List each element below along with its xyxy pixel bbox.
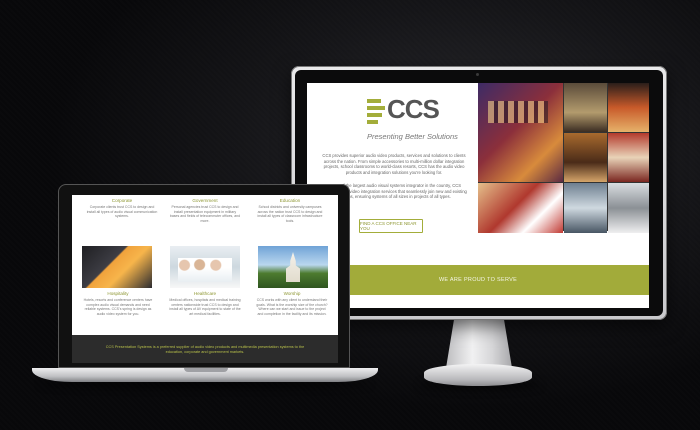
service-text: Personal agencies trust CCS to design an…	[169, 205, 241, 223]
service-title: Corporate	[111, 198, 133, 203]
service-text: Corporate clients trust CCS to design an…	[86, 205, 158, 218]
imac-page-bottom	[307, 295, 649, 308]
service-hospitality[interactable]: Hospitality Hotels, resorts and conferen…	[82, 291, 154, 316]
service-corporate[interactable]: Corporate Corporate clients trust CCS to…	[86, 198, 158, 219]
macbook-screen: Corporate Corporate clients trust CCS to…	[72, 195, 338, 363]
service-text: Hotels, resorts and conference centers h…	[83, 298, 153, 316]
macbook-notch	[184, 368, 228, 372]
proud-to-serve-banner: WE ARE PROUD TO SERVE	[307, 265, 649, 295]
service-title: Healthcare	[193, 291, 217, 296]
intro-paragraph: CCS provides superior audio video produc…	[322, 153, 466, 175]
project-photo	[608, 183, 649, 233]
site-footer: CCS Presentation Systems is a preferred …	[72, 335, 338, 363]
hospitality-photo[interactable]	[82, 246, 152, 288]
find-office-button[interactable]: FIND A CCS OFFICE NEAR YOU	[359, 219, 423, 233]
ccs-logo-mark-icon	[367, 97, 385, 127]
ccs-logo[interactable]: CCS	[367, 94, 447, 133]
service-text: CCS works with any client to understand …	[256, 298, 328, 316]
service-title: Hospitality	[107, 291, 129, 296]
imac-screen: CCS Presenting Better Solutions CCS prov…	[307, 83, 649, 308]
imac-camera-icon	[476, 73, 479, 76]
service-title: Education	[279, 198, 301, 203]
project-photo	[608, 133, 649, 182]
project-photo	[564, 183, 607, 233]
imac-stand-base	[424, 364, 532, 386]
service-worship[interactable]: Worship CCS works with any client to und…	[256, 291, 328, 316]
service-text: Medical offices, hospitals and medical t…	[169, 298, 241, 316]
project-photo	[478, 183, 563, 233]
service-title: Government	[192, 198, 218, 203]
project-photo	[608, 83, 649, 132]
service-title: Worship	[283, 291, 301, 296]
project-photo	[478, 83, 563, 182]
healthcare-photo[interactable]	[170, 246, 240, 288]
project-photo	[564, 133, 607, 182]
service-text: School districts and university campuses…	[257, 205, 323, 223]
service-government[interactable]: Government Personal agencies trust CCS t…	[169, 198, 241, 223]
imac-stand	[446, 320, 512, 368]
project-photo-grid	[478, 83, 649, 233]
logo-tagline: Presenting Better Solutions	[367, 132, 458, 141]
logo-text: CCS	[387, 94, 440, 124]
service-healthcare[interactable]: Healthcare Medical offices, hospitals an…	[169, 291, 241, 316]
project-photo	[564, 83, 607, 132]
service-education[interactable]: Education School districts and universit…	[254, 198, 326, 223]
worship-photo[interactable]	[258, 246, 328, 288]
